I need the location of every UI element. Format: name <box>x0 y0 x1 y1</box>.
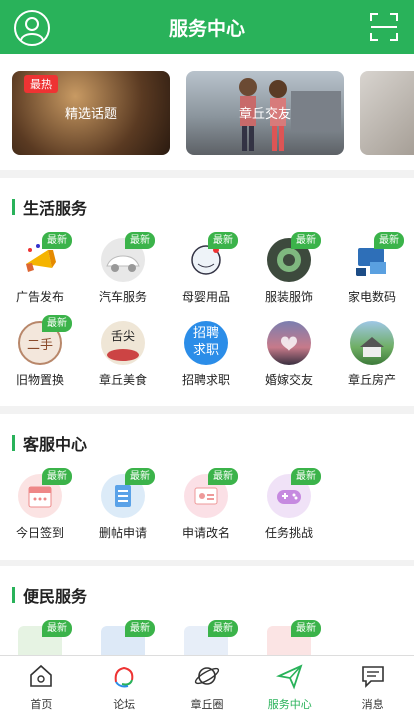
service-label: 家电数码 <box>347 290 396 304</box>
new-badge: 最新 <box>208 232 238 249</box>
section-accent <box>12 435 15 451</box>
tab-home[interactable]: 首页 <box>0 656 83 711</box>
tab-circle[interactable]: 章丘圈 <box>166 656 249 711</box>
service-label: 汽车服务 <box>98 290 147 304</box>
service-label: 章丘美食 <box>98 373 147 387</box>
service-tasks[interactable]: 最新 任务挑战 <box>257 468 321 546</box>
forum-icon <box>114 666 134 688</box>
new-badge: 最新 <box>291 620 321 637</box>
service-ad-publish[interactable]: 最新 广告发布 <box>8 232 72 310</box>
new-badge: 最新 <box>125 468 155 485</box>
service-secondhand[interactable]: 二手 最新 旧物置换 <box>8 315 72 393</box>
new-badge: 最新 <box>42 620 72 637</box>
banner-topics[interactable]: 最热 精选话题 <box>12 71 170 155</box>
message-icon <box>361 666 384 688</box>
paper-plane-icon <box>275 664 303 690</box>
jobs-icon: 招聘求职 <box>184 321 228 365</box>
service-label: 删帖申请 <box>98 526 147 540</box>
home-icon <box>30 664 53 687</box>
service-jobs[interactable]: 招聘求职 招聘求职 <box>174 321 238 393</box>
service-car[interactable]: 最新 汽车服务 <box>91 232 155 310</box>
service-label: 服装服饰 <box>264 290 313 304</box>
service-clothing[interactable]: 最新 服装服饰 <box>257 232 321 310</box>
new-badge: 最新 <box>42 468 72 485</box>
tab-service-center[interactable]: 服务中心 <box>248 656 331 711</box>
tab-forum[interactable]: 论坛 <box>83 656 166 711</box>
new-badge: 最新 <box>208 468 238 485</box>
new-badge: 最新 <box>125 620 155 637</box>
service-baby[interactable]: 最新 母婴用品 <box>174 232 238 310</box>
heart-icon <box>267 321 311 365</box>
new-badge: 最新 <box>374 232 404 249</box>
top-bar: 服务中心 <box>0 0 414 54</box>
service-realestate[interactable]: 章丘房产 <box>340 321 404 393</box>
section-life-services: 生活服务 最新 广告发布 最新 汽车服务 最新 母婴用品 最新 服装服饰 最新 … <box>0 178 414 406</box>
new-badge: 最新 <box>208 620 238 637</box>
service-label: 任务挑战 <box>264 526 313 540</box>
service-label: 招聘求职 <box>181 373 230 387</box>
bottom-tab-bar: 首页 论坛 章丘圈 服务中心 消息 <box>0 655 414 711</box>
planet-icon <box>194 667 220 685</box>
banner-label: 精选话题 <box>64 107 117 122</box>
scan-button[interactable] <box>368 11 400 43</box>
page-title: 服务中心 <box>168 18 245 40</box>
service-label: 章丘房产 <box>347 373 396 387</box>
section-title: 客服中心 <box>12 434 87 454</box>
service-food[interactable]: 舌尖 章丘美食 <box>91 321 155 393</box>
new-badge: 最新 <box>125 232 155 249</box>
section-title: 生活服务 <box>12 198 87 218</box>
service-delete-post[interactable]: 最新 删帖申请 <box>91 468 155 546</box>
service-rename[interactable]: 最新 申请改名 <box>174 468 238 546</box>
service-label: 今日签到 <box>15 526 64 540</box>
house-icon <box>350 321 394 365</box>
service-label: 广告发布 <box>15 290 64 304</box>
banner-carousel[interactable]: 最热 精选话题 章丘交友 <box>0 54 414 170</box>
food-icon: 舌尖 <box>101 321 145 365</box>
new-badge: 最新 <box>42 232 72 249</box>
new-badge: 最新 <box>291 232 321 249</box>
section-accent <box>12 199 15 215</box>
service-label: 婚嫁交友 <box>264 373 313 387</box>
service-label: 旧物置换 <box>15 373 64 387</box>
hot-tag: 最热 <box>24 75 58 93</box>
banner-label: 章丘交友 <box>238 107 291 122</box>
service-checkin[interactable]: 最新 今日签到 <box>8 468 72 546</box>
service-electronics[interactable]: 最新 家电数码 <box>340 232 404 310</box>
section-accent <box>12 587 15 603</box>
banner-third[interactable] <box>360 71 414 155</box>
section-customer-service: 客服中心 最新 今日签到 最新 删帖申请 最新 申请改名 最新 任务挑战 <box>0 414 414 560</box>
section-title: 便民服务 <box>12 586 87 606</box>
service-label: 母婴用品 <box>181 290 230 304</box>
service-label: 申请改名 <box>181 526 230 540</box>
banner-dating[interactable]: 章丘交友 <box>186 71 344 155</box>
new-badge: 最新 <box>291 468 321 485</box>
scan-icon <box>370 13 398 41</box>
service-dating[interactable]: 婚嫁交友 <box>257 321 321 393</box>
tab-messages[interactable]: 消息 <box>331 656 414 711</box>
new-badge: 最新 <box>42 315 72 332</box>
